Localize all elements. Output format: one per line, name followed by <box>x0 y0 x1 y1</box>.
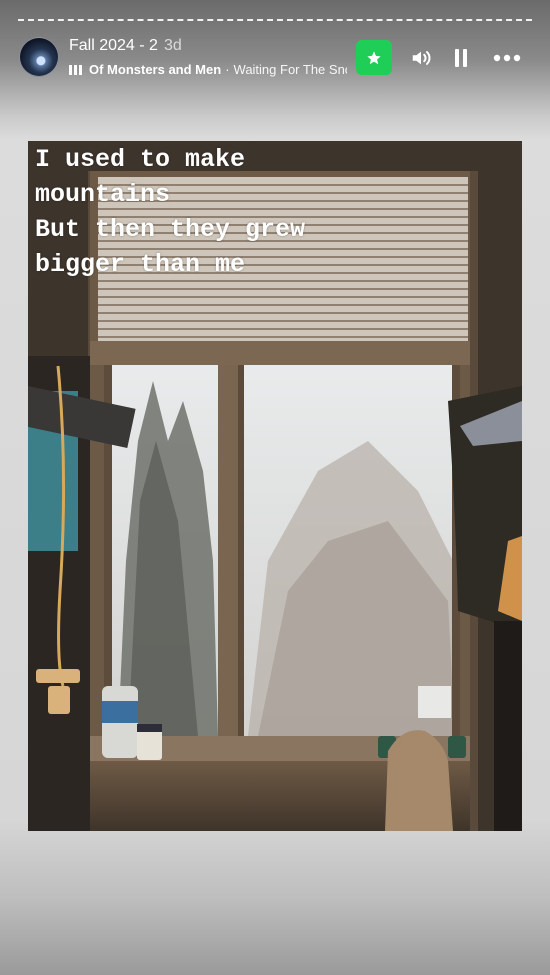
story-media[interactable]: I used to make mountains But then they g… <box>28 141 522 831</box>
music-artist: Of Monsters and Men <box>89 62 222 77</box>
profile-avatar[interactable] <box>19 37 59 77</box>
volume-icon <box>412 51 431 65</box>
story-progress-bar <box>18 19 532 21</box>
more-options-button[interactable] <box>492 45 522 71</box>
more-icon <box>493 54 521 62</box>
pause-button[interactable] <box>448 45 474 71</box>
music-info[interactable]: Of Monsters and Men·Waiting For The Snow <box>69 62 347 77</box>
story-title[interactable]: Fall 2024 - 2 <box>69 37 158 54</box>
story-caption: I used to make mountains But then they g… <box>35 145 306 279</box>
story-age: 3d <box>163 37 182 54</box>
pause-icon <box>455 49 467 67</box>
equalizer-icon <box>69 65 82 75</box>
volume-button[interactable] <box>408 45 434 71</box>
story-title-row: Fall 2024 - 2 3d <box>69 37 182 55</box>
close-friends-star-button[interactable] <box>356 40 392 75</box>
music-track: Waiting For The Snow <box>233 62 347 77</box>
story-header: Fall 2024 - 2 3d Of Monsters and Men · Wait… <box>0 34 550 80</box>
star-icon <box>367 50 381 64</box>
music-separator: · <box>225 62 230 77</box>
